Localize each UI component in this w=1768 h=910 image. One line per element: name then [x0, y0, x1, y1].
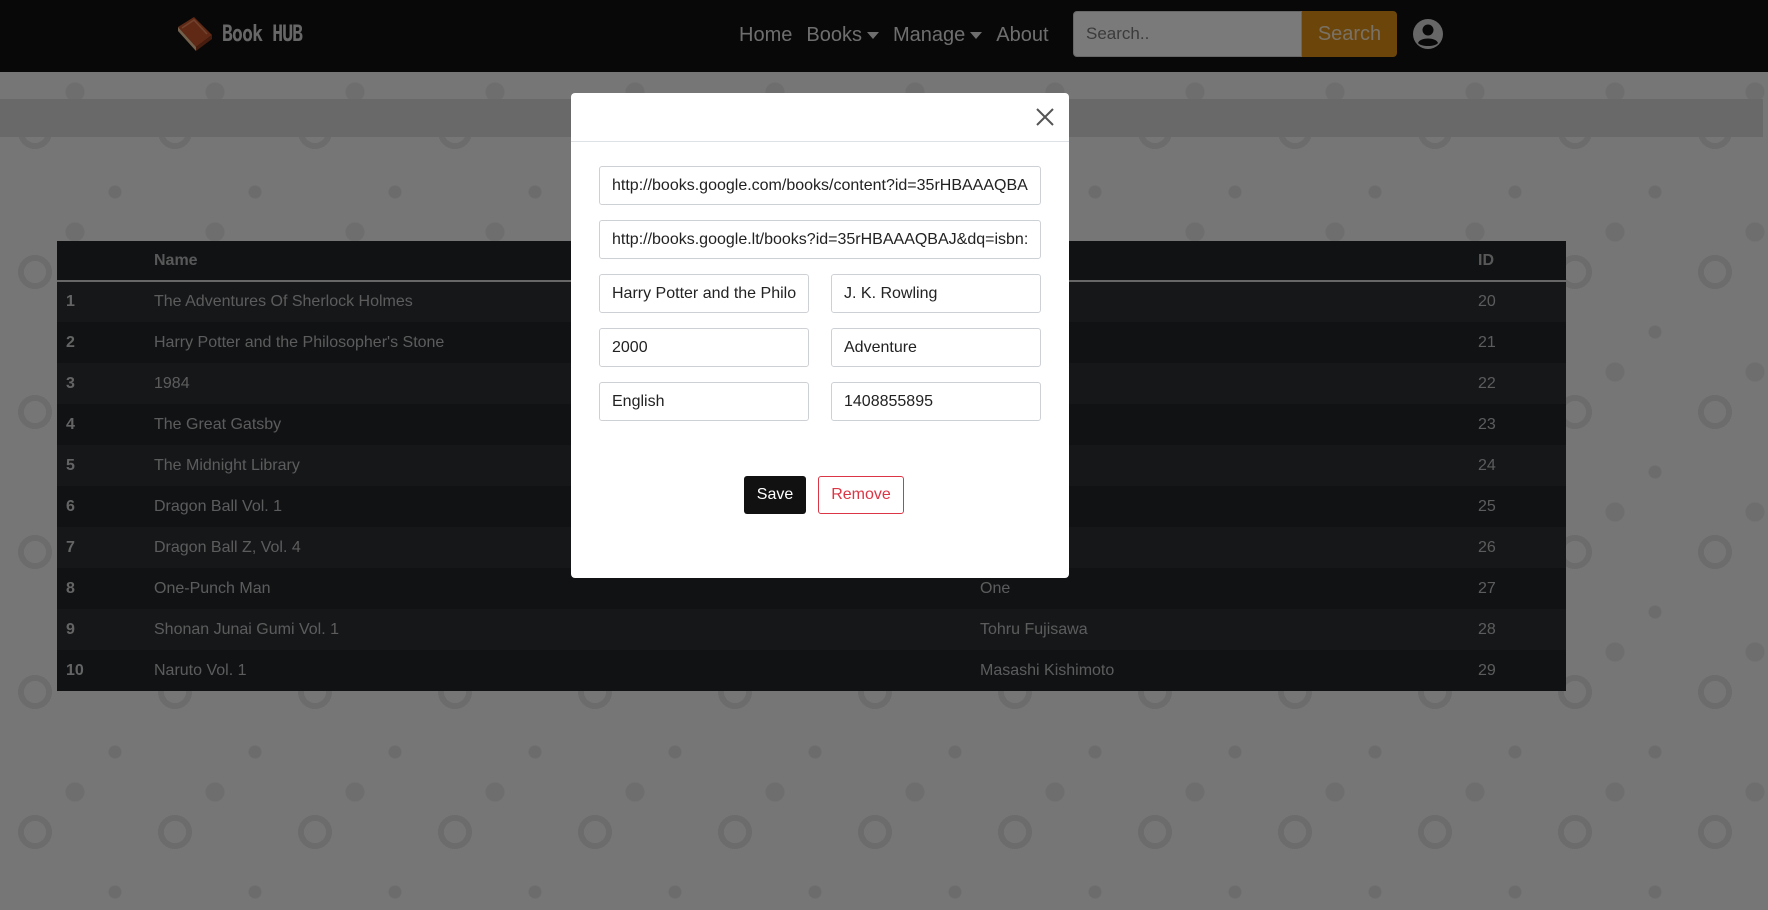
modal-header: [571, 93, 1069, 142]
close-icon: [1036, 108, 1054, 126]
author-field[interactable]: [831, 274, 1041, 313]
language-field[interactable]: [599, 382, 809, 421]
genre-field[interactable]: [831, 328, 1041, 367]
edit-book-modal: Save Remove: [571, 93, 1069, 578]
image-url-field[interactable]: [599, 166, 1041, 205]
isbn-field[interactable]: [831, 382, 1041, 421]
title-field[interactable]: [599, 274, 809, 313]
close-modal-button[interactable]: [1033, 105, 1057, 129]
save-button[interactable]: Save: [744, 476, 806, 514]
remove-button[interactable]: Remove: [818, 476, 904, 514]
info-url-field[interactable]: [599, 220, 1041, 259]
year-field[interactable]: [599, 328, 809, 367]
